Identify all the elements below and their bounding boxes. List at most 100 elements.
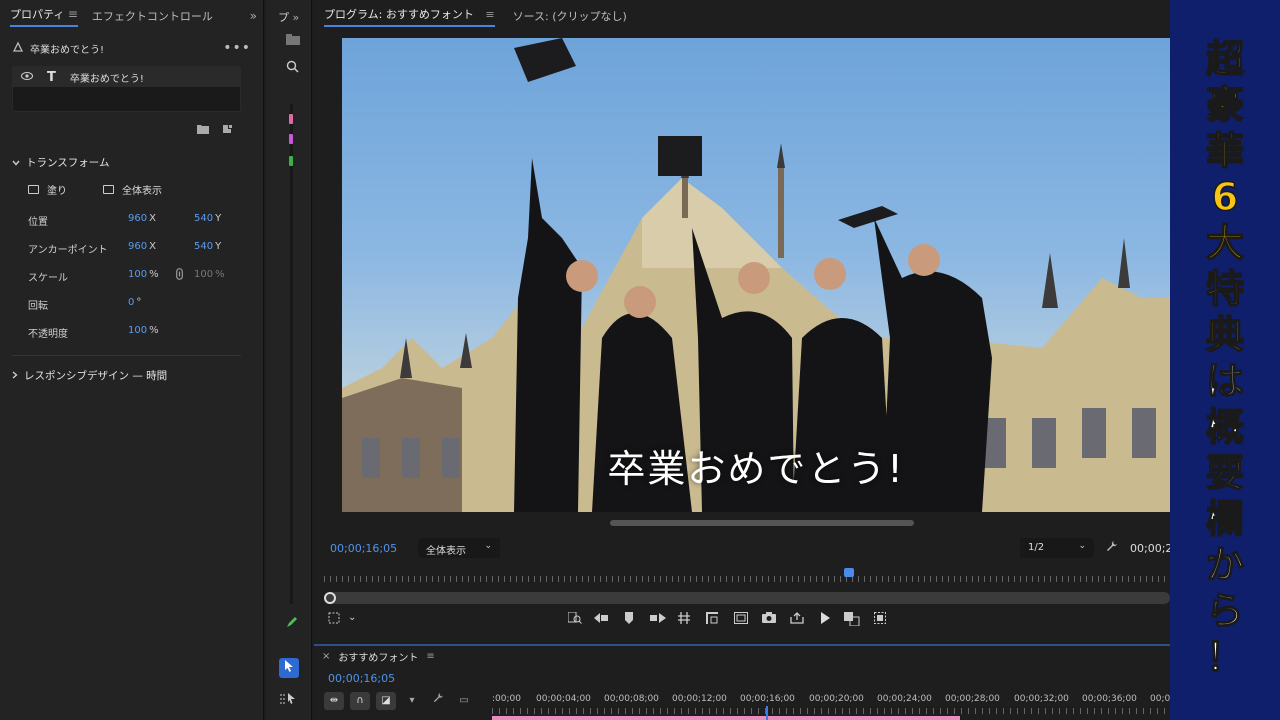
promo-text: 超 豪 華 6 大 特 典 は 概 要 欄 か ら ！ xyxy=(1170,36,1280,680)
zoom-scrollbar[interactable] xyxy=(324,592,1170,604)
multicam-icon[interactable] xyxy=(874,612,886,627)
go-to-in-icon[interactable] xyxy=(594,612,610,626)
promo-char: 特 xyxy=(1205,266,1245,312)
close-icon[interactable]: × xyxy=(322,651,330,662)
position-x[interactable]: 960 X xyxy=(128,213,156,224)
show-all-icon[interactable] xyxy=(103,185,114,194)
playhead-timecode[interactable]: 00;00;16;05 xyxy=(330,542,397,555)
tab-program[interactable]: プログラム: おすすめフォント ≡ xyxy=(324,6,495,27)
snap-icon[interactable]: ∩ xyxy=(350,692,370,710)
scale-value[interactable]: 100% xyxy=(128,269,159,280)
playhead-marker[interactable] xyxy=(844,568,854,577)
new-layer-icon[interactable] xyxy=(223,124,233,137)
more-options-icon[interactable]: ••• xyxy=(223,40,251,56)
wrench-icon[interactable] xyxy=(1106,540,1118,555)
chevron-down-icon[interactable]: ⌄ xyxy=(348,612,356,623)
safe-frame-icon[interactable] xyxy=(734,612,748,627)
captions-icon[interactable]: ▭ xyxy=(454,692,474,710)
pen-icon[interactable] xyxy=(286,616,298,631)
responsive-section[interactable]: レスポンシブデザイン — 時間 xyxy=(0,356,263,383)
play-icon[interactable] xyxy=(820,612,830,627)
chevron-down-icon xyxy=(12,157,20,169)
eye-icon[interactable] xyxy=(21,71,33,83)
promo-char: 6 xyxy=(1211,174,1239,220)
property-label: スケール xyxy=(28,273,68,284)
mark-in-search-icon[interactable] xyxy=(567,611,582,627)
panel-menu-icon[interactable]: ≡ xyxy=(426,651,434,662)
text-layer-icon: T xyxy=(47,69,56,85)
selection-tool-icon[interactable] xyxy=(279,658,299,678)
promo-char: は xyxy=(1205,358,1245,404)
timeline-clip[interactable] xyxy=(492,716,960,720)
ruler-label: 00;00;16;00 xyxy=(740,694,795,704)
tab-effect-controls[interactable]: エフェクトコントロール xyxy=(92,8,213,24)
nest-icon[interactable]: ⇹ xyxy=(324,692,344,710)
promo-char: か xyxy=(1205,542,1245,588)
zoom-handle[interactable] xyxy=(324,592,336,604)
timeline-playhead[interactable] xyxy=(766,706,768,720)
property-label: 位置 xyxy=(28,217,48,228)
linked-selection-icon[interactable]: ◪ xyxy=(376,692,396,710)
chevron-right-icon xyxy=(12,370,18,382)
ruler-label: 00;00;12;00 xyxy=(672,694,727,704)
bin-icon[interactable] xyxy=(286,34,300,48)
anchor-y[interactable]: 540 Y xyxy=(194,241,221,252)
link-icon[interactable] xyxy=(176,268,183,283)
overwrite-icon[interactable] xyxy=(706,612,718,627)
label-mark xyxy=(289,156,293,166)
resolution-select[interactable]: 1/2 ⌄ xyxy=(1020,538,1094,558)
clip-header: 卒業おめでとう! ••• xyxy=(0,32,263,64)
ruler-label: 00;00;32;00 xyxy=(1014,694,1069,704)
layer-list: T 卒業おめでとう! xyxy=(12,66,241,112)
promo-banner: 超 豪 華 6 大 特 典 は 概 要 欄 か ら ！ xyxy=(1170,0,1280,720)
property-row-scale: スケール 100% 100% xyxy=(0,259,263,287)
layer-tools xyxy=(0,112,263,137)
scale-value-secondary: 100% xyxy=(194,269,225,280)
fill-label: 塗り xyxy=(47,186,67,197)
tab-source[interactable]: ソース: (クリップなし) xyxy=(513,8,627,24)
opacity-value[interactable]: 100% xyxy=(128,325,159,336)
panel-menu-icon[interactable]: ≡ xyxy=(68,7,78,21)
fit-select[interactable]: 全体表示 ⌄ xyxy=(418,538,500,558)
panel-menu-icon[interactable]: ≡ xyxy=(485,8,494,21)
anchor-x[interactable]: 960 X xyxy=(128,241,156,252)
tab-properties[interactable]: プロパティ ≡ xyxy=(10,6,78,27)
transform-label: トランスフォーム xyxy=(26,157,110,169)
monitor-controls: 00;00;16;05 全体表示 ⌄ 1/2 ⌄ 00;00;2 xyxy=(314,536,1172,560)
compare-icon[interactable] xyxy=(844,612,860,629)
collapsed-tab[interactable]: プ » xyxy=(266,0,311,32)
layer-item[interactable]: T 卒業おめでとう! xyxy=(13,67,240,87)
add-marker-icon[interactable]: ▾ xyxy=(402,692,422,710)
folder-icon[interactable] xyxy=(197,124,209,137)
promo-char: ら xyxy=(1205,588,1245,634)
insert-icon[interactable] xyxy=(678,612,690,627)
property-label: 不透明度 xyxy=(28,329,68,340)
video-frame[interactable]: 卒業おめでとう! xyxy=(342,38,1170,512)
marker-icon[interactable] xyxy=(624,612,634,627)
transform-section[interactable]: トランスフォーム xyxy=(0,137,263,170)
title-caption[interactable]: 卒業おめでとう! xyxy=(342,438,1170,493)
position-y[interactable]: 540 Y xyxy=(194,213,221,224)
go-to-out-icon[interactable] xyxy=(650,612,666,626)
timeline-tabs: × おすすめフォント ≡ xyxy=(314,646,1170,666)
fill-icon[interactable] xyxy=(28,185,39,194)
safe-margins-icon[interactable] xyxy=(328,612,340,627)
promo-char: 華 xyxy=(1205,128,1245,174)
promo-char: 要 xyxy=(1205,450,1245,496)
rotation-value[interactable]: 0 ° xyxy=(128,297,141,308)
track-strip xyxy=(290,104,293,604)
timeline-timecode[interactable]: 00;00;16;05 xyxy=(328,672,395,685)
search-icon[interactable] xyxy=(286,60,299,76)
monitor-time-ruler[interactable] xyxy=(324,568,1170,582)
camera-icon[interactable] xyxy=(762,612,776,626)
property-row-anchor: アンカーポイント 960 X 540 Y xyxy=(0,231,263,259)
export-icon[interactable] xyxy=(790,612,804,627)
horizontal-scrollbar[interactable] xyxy=(610,520,914,526)
track-select-icon[interactable] xyxy=(280,690,296,709)
promo-char: 大 xyxy=(1205,220,1245,266)
settings-wrench-icon[interactable] xyxy=(428,692,448,710)
tab-sequence[interactable]: おすすめフォント xyxy=(338,649,418,664)
more-panels-icon[interactable]: » xyxy=(250,9,257,23)
chevron-down-icon: ⌄ xyxy=(484,541,492,551)
text-tool-icon xyxy=(12,41,24,56)
